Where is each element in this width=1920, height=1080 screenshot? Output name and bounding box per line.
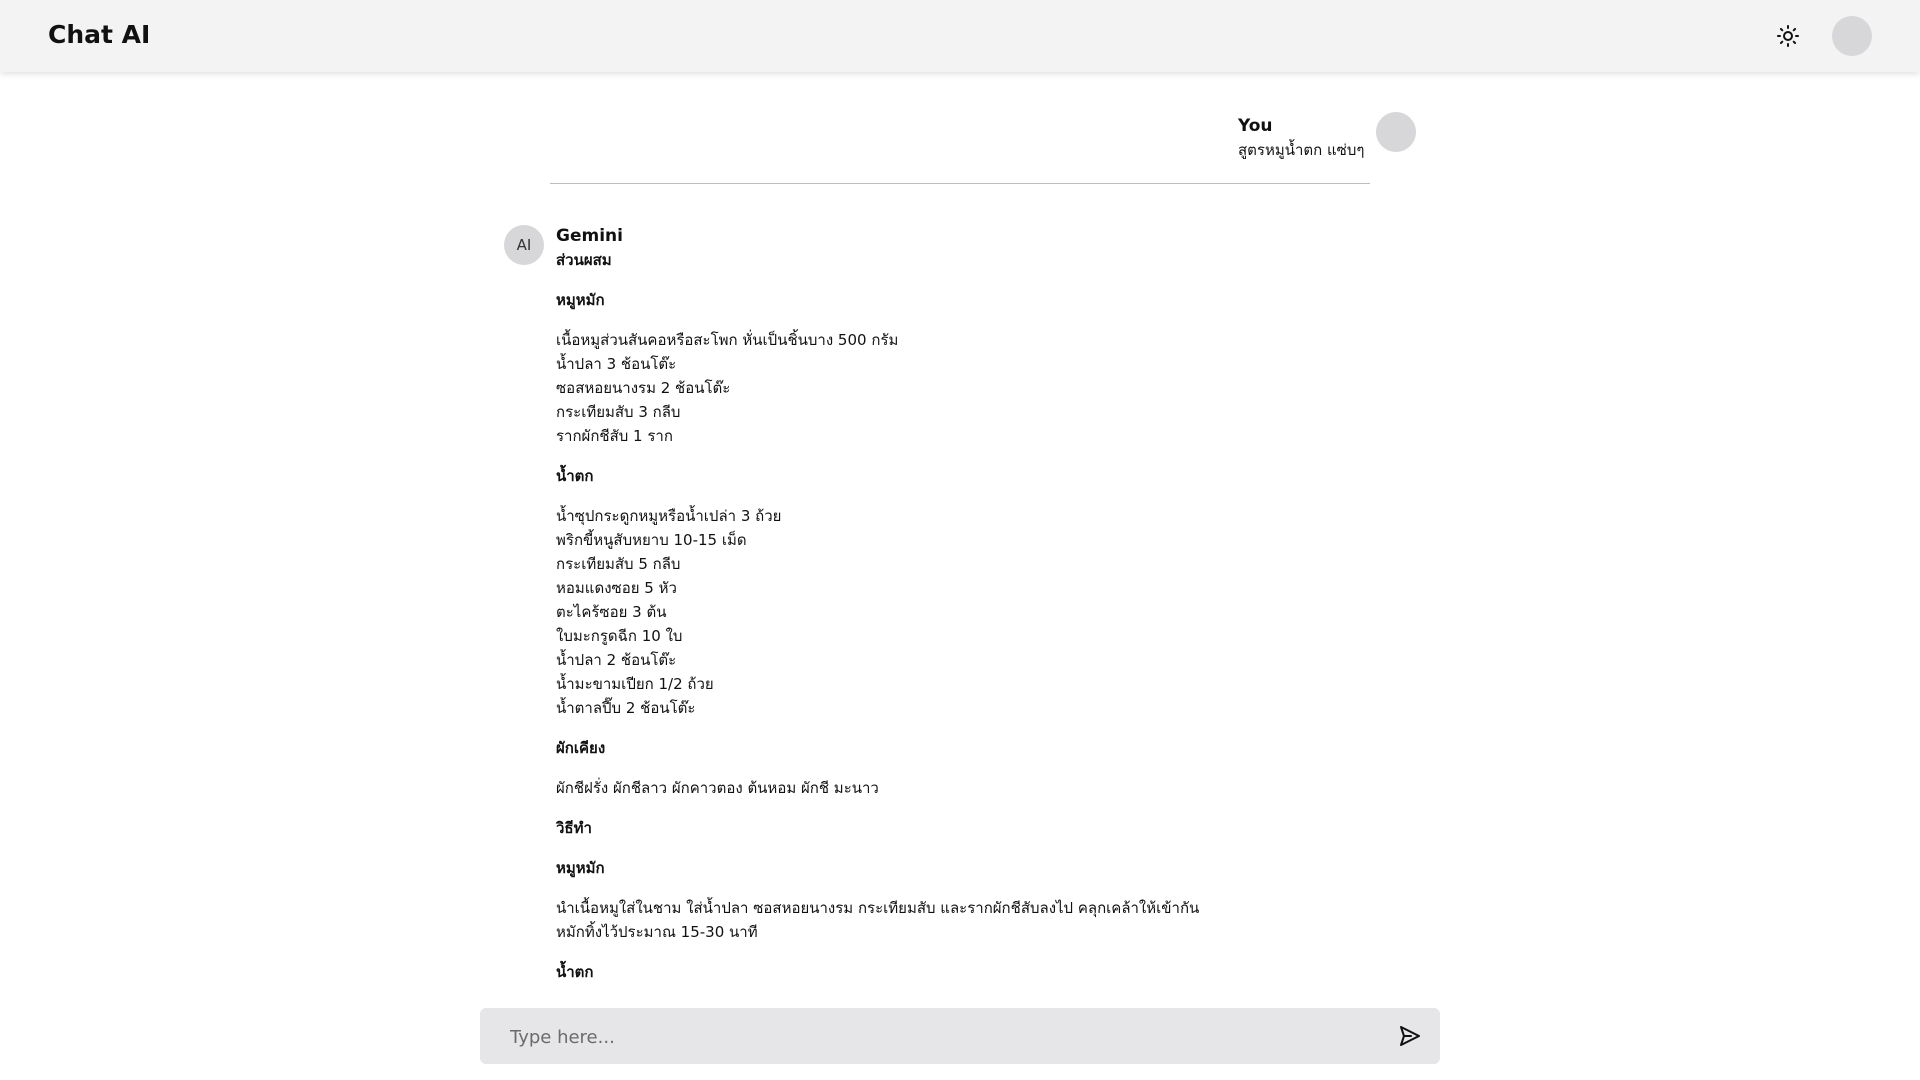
- list-item: ผักชีฝรั่ง ผักชีลาว ผักคาวตอง ต้นหอม ผัก…: [556, 779, 879, 797]
- list-item: ใบมะกรูดฉีก 10 ใบ: [556, 627, 683, 645]
- list-item: รากผักชีสับ 1 ราก: [556, 427, 673, 445]
- app-header: Chat AI: [0, 0, 1920, 72]
- message-divider: [550, 183, 1370, 184]
- list-item: ตะไคร้ซอย 3 ต้น: [556, 603, 667, 621]
- list-item: ซอสหอยนางรม 2 ช้อนโต๊ะ: [556, 379, 731, 397]
- list-item: หอมแดงซอย 5 หัว: [556, 579, 677, 597]
- list-item: น้ำปลา 2 ช้อนโต๊ะ: [556, 651, 677, 669]
- ai-message: Gemini ส่วนผสม หมูหมัก เนื้อหมูส่วนสันคอ…: [556, 224, 1376, 984]
- user-message: You สูตรหมูน้ำตก แซ่บๆ: [1238, 114, 1364, 162]
- marinade-title: หมูหมัก: [556, 291, 605, 309]
- list-item: กระเทียมสับ 3 กลีบ: [556, 403, 681, 421]
- list-item: น้ำมะขามเปียก 1/2 ถ้วย: [556, 675, 714, 693]
- user-message-text: สูตรหมูน้ำตก แซ่บๆ: [1238, 141, 1365, 159]
- list-item: น้ำปลา 3 ช้อนโต๊ะ: [556, 355, 677, 373]
- method-sauce-title: น้ำตก: [556, 963, 594, 981]
- app-title: Chat AI: [48, 20, 151, 49]
- method-marinade-title: หมูหมัก: [556, 859, 605, 877]
- theme-toggle-button[interactable]: [1772, 20, 1804, 52]
- ai-avatar: AI: [504, 225, 544, 265]
- message-input[interactable]: [508, 1008, 1372, 1066]
- list-item: นำเนื้อหมูใส่ในชาม ใส่น้ำปลา ซอสหอยนางรม…: [556, 899, 1200, 917]
- sides-title: ผักเคียง: [556, 739, 606, 757]
- sides-list: ผักชีฝรั่ง ผักชีลาว ผักคาวตอง ต้นหอม ผัก…: [556, 776, 1376, 800]
- list-item: เนื้อหมูส่วนสันคอหรือสะโพก หั่นเป็นชิ้นบ…: [556, 331, 899, 349]
- sauce-list: น้ำซุปกระดูกหมูหรือน้ำเปล่า 3 ถ้วย พริกข…: [556, 504, 1376, 720]
- sun-icon: [1777, 25, 1799, 47]
- user-avatar-button[interactable]: [1832, 16, 1872, 56]
- list-item: หมักทิ้งไว้ประมาณ 15-30 นาที: [556, 923, 758, 941]
- method-marinade-list: นำเนื้อหมูใส่ในชาม ใส่น้ำปลา ซอสหอยนางรม…: [556, 896, 1376, 944]
- send-button[interactable]: [1396, 1022, 1424, 1050]
- list-item: น้ำซุปกระดูกหมูหรือน้ำเปล่า 3 ถ้วย: [556, 507, 782, 525]
- user-message-avatar: [1376, 112, 1416, 152]
- method-heading: วิธีทำ: [556, 819, 592, 837]
- chat-area: You สูตรหมูน้ำตก แซ่บๆ AI Gemini ส่วนผสม…: [0, 72, 1920, 1000]
- user-sender-name: You: [1238, 116, 1273, 136]
- send-icon: [1400, 1026, 1420, 1046]
- sauce-title: น้ำตก: [556, 467, 594, 485]
- list-item: กระเทียมสับ 5 กลีบ: [556, 555, 681, 573]
- ingredients-heading: ส่วนผสม: [556, 251, 612, 269]
- ai-sender-name: Gemini: [556, 226, 623, 246]
- list-item: น้ำตาลปี๊บ 2 ช้อนโต๊ะ: [556, 699, 696, 717]
- message-composer: [480, 1008, 1440, 1066]
- marinade-list: เนื้อหมูส่วนสันคอหรือสะโพก หั่นเป็นชิ้นบ…: [556, 328, 1376, 448]
- list-item: พริกขี้หนูสับหยาบ 10-15 เม็ด: [556, 531, 747, 549]
